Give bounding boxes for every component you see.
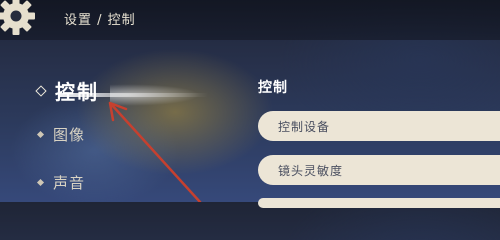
top-bar: 设置 / 控制: [0, 0, 500, 40]
sidebar-item-control[interactable]: 控制: [35, 76, 99, 105]
gear-icon[interactable]: [0, 0, 38, 38]
breadcrumb: 设置 / 控制: [64, 13, 136, 28]
diamond-dot-icon: [36, 178, 45, 187]
section-title: 控制: [258, 80, 288, 96]
option-next-partial[interactable]: [258, 198, 500, 208]
option-label: 控制设备: [278, 119, 331, 134]
sidebar-item-label: 声音: [53, 174, 86, 192]
sidebar-item-graphics[interactable]: 图像: [36, 124, 86, 145]
sidebar-item-audio[interactable]: 声音: [36, 172, 86, 193]
option-camera-sensitivity[interactable]: 镜头灵敏度: [258, 155, 500, 185]
diamond-outline-icon: [35, 84, 47, 97]
diamond-dot-icon: [36, 130, 45, 139]
sidebar-item-label: 控制: [55, 80, 99, 104]
sidebar-item-label: 图像: [53, 126, 86, 144]
option-control-device[interactable]: 控制设备: [258, 111, 500, 141]
option-label: 镜头灵敏度: [278, 163, 344, 178]
